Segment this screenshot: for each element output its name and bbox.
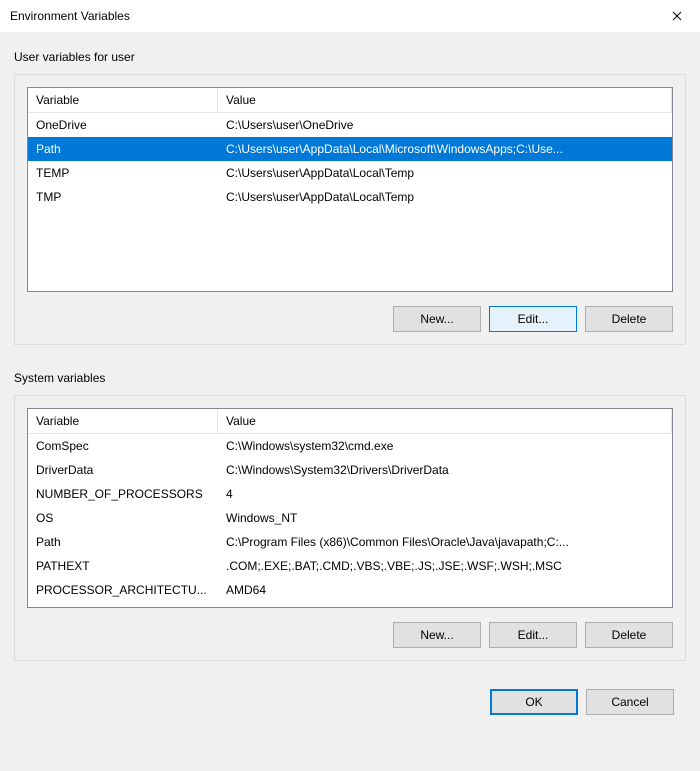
cell-value: C:\Users\user\OneDrive (218, 118, 672, 132)
cell-value: Windows_NT (218, 511, 672, 525)
cell-variable: PATHEXT (28, 559, 218, 573)
cell-variable: DriverData (28, 463, 218, 477)
table-row[interactable]: DriverDataC:\Windows\System32\Drivers\Dr… (28, 458, 672, 482)
titlebar: Environment Variables (0, 0, 700, 32)
cell-value: C:\Users\user\AppData\Local\Temp (218, 166, 672, 180)
cell-value: C:\Windows\System32\Drivers\DriverData (218, 463, 672, 477)
system-edit-button[interactable]: Edit... (489, 622, 577, 648)
table-row[interactable]: PathC:\Users\user\AppData\Local\Microsof… (28, 137, 672, 161)
user-variables-list[interactable]: Variable Value OneDriveC:\Users\user\One… (27, 87, 673, 292)
window-title: Environment Variables (10, 9, 130, 23)
system-variables-list[interactable]: Variable Value ComSpecC:\Windows\system3… (27, 408, 673, 608)
user-delete-button[interactable]: Delete (585, 306, 673, 332)
table-row[interactable]: PROCESSOR_ARCHITECTU...AMD64 (28, 578, 672, 602)
system-variables-box: Variable Value ComSpecC:\Windows\system3… (14, 395, 686, 661)
cell-variable: TMP (28, 190, 218, 204)
cell-variable: Path (28, 535, 218, 549)
table-row[interactable]: OneDriveC:\Users\user\OneDrive (28, 113, 672, 137)
cell-variable: PROCESSOR_ARCHITECTU... (28, 583, 218, 597)
list-header: Variable Value (28, 88, 672, 113)
cell-value: 4 (218, 487, 672, 501)
table-row[interactable]: NUMBER_OF_PROCESSORS4 (28, 482, 672, 506)
user-variables-label: User variables for user (14, 50, 686, 74)
column-value[interactable]: Value (218, 409, 672, 433)
system-variables-label: System variables (14, 371, 686, 395)
cell-variable: Path (28, 142, 218, 156)
cell-value: C:\Users\user\AppData\Local\Microsoft\Wi… (218, 142, 672, 156)
ok-button[interactable]: OK (490, 689, 578, 715)
table-row[interactable]: TMPC:\Users\user\AppData\Local\Temp (28, 185, 672, 209)
column-value[interactable]: Value (218, 88, 672, 112)
table-row[interactable]: PATHEXT.COM;.EXE;.BAT;.CMD;.VBS;.VBE;.JS… (28, 554, 672, 578)
list-body: OneDriveC:\Users\user\OneDrivePathC:\Use… (28, 113, 672, 289)
dialog-body: User variables for user Variable Value O… (0, 32, 700, 771)
cancel-button[interactable]: Cancel (586, 689, 674, 715)
column-variable[interactable]: Variable (28, 409, 218, 433)
close-button[interactable] (654, 0, 700, 32)
system-variables-group: System variables Variable Value ComSpecC… (14, 371, 686, 661)
list-body: ComSpecC:\Windows\system32\cmd.exeDriver… (28, 434, 672, 605)
user-edit-button[interactable]: Edit... (489, 306, 577, 332)
cell-value: AMD64 (218, 583, 672, 597)
user-new-button[interactable]: New... (393, 306, 481, 332)
cell-value: .COM;.EXE;.BAT;.CMD;.VBS;.VBE;.JS;.JSE;.… (218, 559, 672, 573)
list-header: Variable Value (28, 409, 672, 434)
table-row[interactable]: ComSpecC:\Windows\system32\cmd.exe (28, 434, 672, 458)
cell-variable: TEMP (28, 166, 218, 180)
table-row[interactable]: OSWindows_NT (28, 506, 672, 530)
cell-variable: OneDrive (28, 118, 218, 132)
system-delete-button[interactable]: Delete (585, 622, 673, 648)
cell-value: C:\Users\user\AppData\Local\Temp (218, 190, 672, 204)
close-icon (672, 11, 682, 21)
cell-value: C:\Program Files (x86)\Common Files\Orac… (218, 535, 672, 549)
system-buttons-row: New... Edit... Delete (27, 622, 673, 648)
table-row[interactable]: PathC:\Program Files (x86)\Common Files\… (28, 530, 672, 554)
cell-variable: ComSpec (28, 439, 218, 453)
user-variables-box: Variable Value OneDriveC:\Users\user\One… (14, 74, 686, 345)
table-row[interactable]: TEMPC:\Users\user\AppData\Local\Temp (28, 161, 672, 185)
dialog-buttons-row: OK Cancel (14, 689, 686, 715)
system-new-button[interactable]: New... (393, 622, 481, 648)
user-buttons-row: New... Edit... Delete (27, 306, 673, 332)
cell-variable: OS (28, 511, 218, 525)
user-variables-group: User variables for user Variable Value O… (14, 50, 686, 345)
cell-value: C:\Windows\system32\cmd.exe (218, 439, 672, 453)
cell-variable: NUMBER_OF_PROCESSORS (28, 487, 218, 501)
column-variable[interactable]: Variable (28, 88, 218, 112)
table-row[interactable]: PROCESSOR_IDENTIFIERIntel64 Family 6 Mod… (28, 602, 672, 605)
